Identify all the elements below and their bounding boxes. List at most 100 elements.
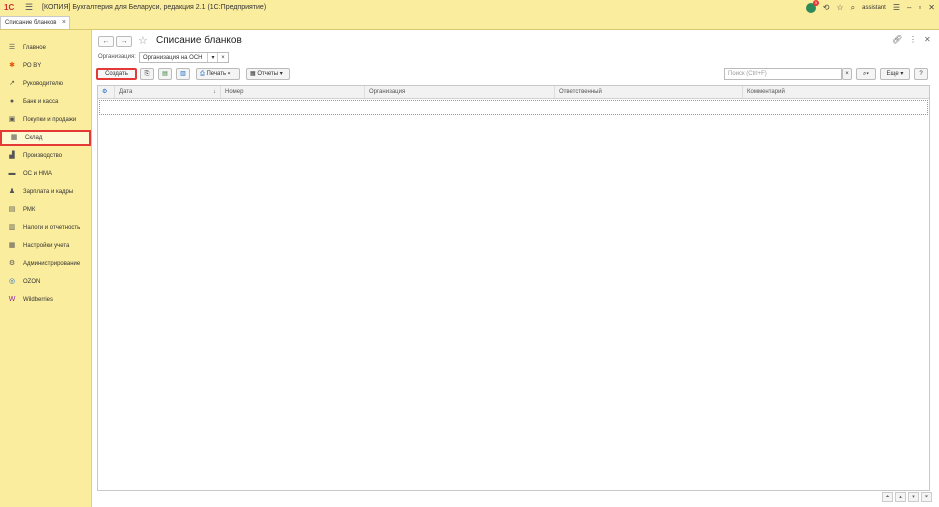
search-icon[interactable]: ⌕ (851, 3, 855, 13)
sidebar-item-6[interactable]: ▟ Производство (0, 148, 91, 164)
close-form-icon[interactable]: ✕ (924, 35, 931, 44)
tab-write-off[interactable]: Списание бланков × (0, 16, 70, 29)
more-vertical-icon[interactable]: ⋮ (909, 35, 917, 44)
tab-bar: Списание бланков × (0, 15, 939, 30)
search-options-button[interactable]: ⌕▾ (856, 68, 876, 80)
reports-icon: ▦ (250, 71, 256, 77)
scroll-top-icon[interactable]: ⏶ (882, 492, 893, 502)
sidebar-item-5[interactable]: ▦ Склад (0, 130, 91, 146)
documents-table[interactable]: ⚙ Дата ↓ Номер Организация Ответственный … (97, 85, 930, 491)
sidebar-icon-1: ✱ (9, 62, 15, 69)
minimize-icon[interactable]: – (907, 3, 911, 12)
more-label: Еще (886, 71, 899, 77)
sidebar-item-2[interactable]: ↗ Руководителю (0, 76, 91, 92)
app-logo: 1С (4, 3, 15, 12)
sidebar-item-3[interactable]: ● Банк и касса (0, 94, 91, 110)
sidebar-item-11[interactable]: ▦ Настройки учета (0, 238, 91, 254)
settings-icon[interactable]: ☰ (893, 3, 900, 12)
copy-icon[interactable]: ⎘ (140, 68, 154, 80)
sidebar-item-label: Банк и касса (23, 99, 59, 105)
col-comment[interactable]: Комментарий (742, 86, 929, 98)
sidebar-item-14[interactable]: W Wildberries (0, 292, 91, 308)
scroll-bottom-icon[interactable]: ⏷ (921, 492, 932, 502)
favorites-icon[interactable]: ☆ (836, 3, 843, 12)
sidebar-icon-8: ♟ (8, 188, 16, 195)
sidebar-icon-2: ↗ (9, 80, 15, 87)
main-content: ← → ☆ Списание бланков 🔗︎ ⋮ ✕ Организаци… (92, 30, 939, 507)
more-button[interactable]: Еще ▾ (880, 68, 910, 80)
sidebar-item-7[interactable]: ▬ ОС и НМА (0, 166, 91, 182)
history-icon[interactable]: ⟲ (823, 3, 830, 12)
sidebar-icon-0: ☰ (8, 44, 16, 51)
sidebar-item-4[interactable]: ▣ Покупки и продажи (0, 112, 91, 128)
unpost-icon[interactable]: ▥ (176, 68, 190, 80)
table-scroll-nav: ⏶ ▴ ▾ ⏷ (882, 492, 932, 502)
sidebar-item-0[interactable]: ☰ Главное (0, 40, 91, 56)
sidebar-item-label: Wildberries (23, 297, 54, 303)
close-icon[interactable]: ✕ (928, 3, 935, 12)
sidebar-item-13[interactable]: ◎ OZON (0, 274, 91, 290)
sidebar: ☰ Главное ✱ РО BY ↗ Руководителю ● Банк и касса… (0, 30, 92, 507)
search-clear-icon[interactable]: × (842, 68, 852, 80)
print-button[interactable]: ⎙ Печать ▾ (196, 68, 240, 80)
sidebar-item-label: Производство (23, 153, 63, 159)
notifications-icon[interactable]: 3 (805, 0, 819, 13)
org-field[interactable]: Организация на ОСН ▾ × (139, 52, 229, 63)
restore-icon[interactable]: ▫ (918, 3, 921, 12)
scroll-down-icon[interactable]: ▾ (908, 492, 919, 502)
create-button[interactable]: Создать (96, 68, 137, 80)
sidebar-icon-5: ▦ (10, 134, 18, 141)
print-label: Печать (206, 71, 227, 77)
link-icon[interactable]: 🔗︎ (892, 35, 902, 44)
sidebar-item-8[interactable]: ♟ Зарплата и кадры (0, 184, 91, 200)
tab-close-icon[interactable]: × (62, 19, 66, 26)
sidebar-icon-3: ● (9, 98, 15, 105)
sidebar-item-label: Зарплата и кадры (23, 189, 74, 195)
sidebar-icon-11: ▦ (8, 242, 16, 249)
back-button[interactable]: ← (98, 36, 114, 47)
sidebar-item-label: РО BY (23, 63, 42, 69)
clear-icon[interactable]: × (217, 53, 228, 62)
sidebar-item-label: Склад (25, 135, 43, 141)
sidebar-icon-14: W (8, 296, 16, 303)
sidebar-item-label: РМК (23, 207, 36, 213)
sidebar-item-label: ОС и НМА (23, 171, 53, 177)
sidebar-item-label: Руководителю (23, 81, 64, 87)
col-number[interactable]: Номер (220, 86, 364, 98)
printer-icon: ⎙ (200, 71, 205, 77)
menu-icon[interactable]: ☰ (22, 2, 36, 13)
sidebar-item-9[interactable]: ▤ РМК (0, 202, 91, 218)
select-column-icon[interactable]: ⚙ (98, 86, 114, 98)
tab-label: Списание бланков (5, 20, 57, 26)
window-title: [КОПИЯ] Бухгалтерия для Беларуси, редакц… (42, 4, 267, 11)
user-name[interactable]: assistant (862, 5, 886, 11)
favorite-star-icon[interactable]: ☆ (138, 34, 148, 47)
sidebar-icon-6: ▟ (9, 152, 15, 159)
org-label: Организация: (98, 54, 136, 60)
sidebar-item-label: Главное (23, 45, 46, 51)
sidebar-icon-9: ▤ (8, 206, 16, 213)
org-value: Организация на ОСН (143, 55, 203, 61)
col-date[interactable]: Дата ↓ (114, 86, 220, 98)
sidebar-item-label: Администрирование (23, 261, 81, 267)
table-header: ⚙ Дата ↓ Номер Организация Ответственный … (98, 86, 929, 99)
search-input[interactable]: Поиск (Ctrl+F) (724, 68, 842, 80)
sidebar-item-label: OZON (23, 279, 41, 285)
sidebar-icon-4: ▣ (8, 116, 16, 123)
post-icon[interactable]: ▤ (158, 68, 172, 80)
scroll-up-icon[interactable]: ▴ (895, 492, 906, 502)
title-bar: 1С ☰ [КОПИЯ] Бухгалтерия для Беларуси, р… (0, 0, 939, 15)
sidebar-item-label: Покупки и продажи (23, 117, 77, 123)
sidebar-icon-13: ◎ (8, 278, 16, 285)
sidebar-item-10[interactable]: ▥ Налоги и отчетность (0, 220, 91, 236)
col-organization[interactable]: Организация (364, 86, 554, 98)
help-button[interactable]: ? (914, 68, 928, 80)
col-responsible[interactable]: Ответственный (554, 86, 742, 98)
reports-button[interactable]: ▦ Отчеты ▾ (246, 68, 290, 80)
sidebar-item-1[interactable]: ✱ РО BY (0, 58, 91, 74)
table-row[interactable] (99, 100, 928, 115)
forward-button[interactable]: → (116, 36, 132, 47)
sidebar-item-12[interactable]: ⚙ Администрирование (0, 256, 91, 272)
sidebar-icon-10: ▥ (8, 224, 16, 231)
page-title: Списание бланков (156, 35, 242, 46)
